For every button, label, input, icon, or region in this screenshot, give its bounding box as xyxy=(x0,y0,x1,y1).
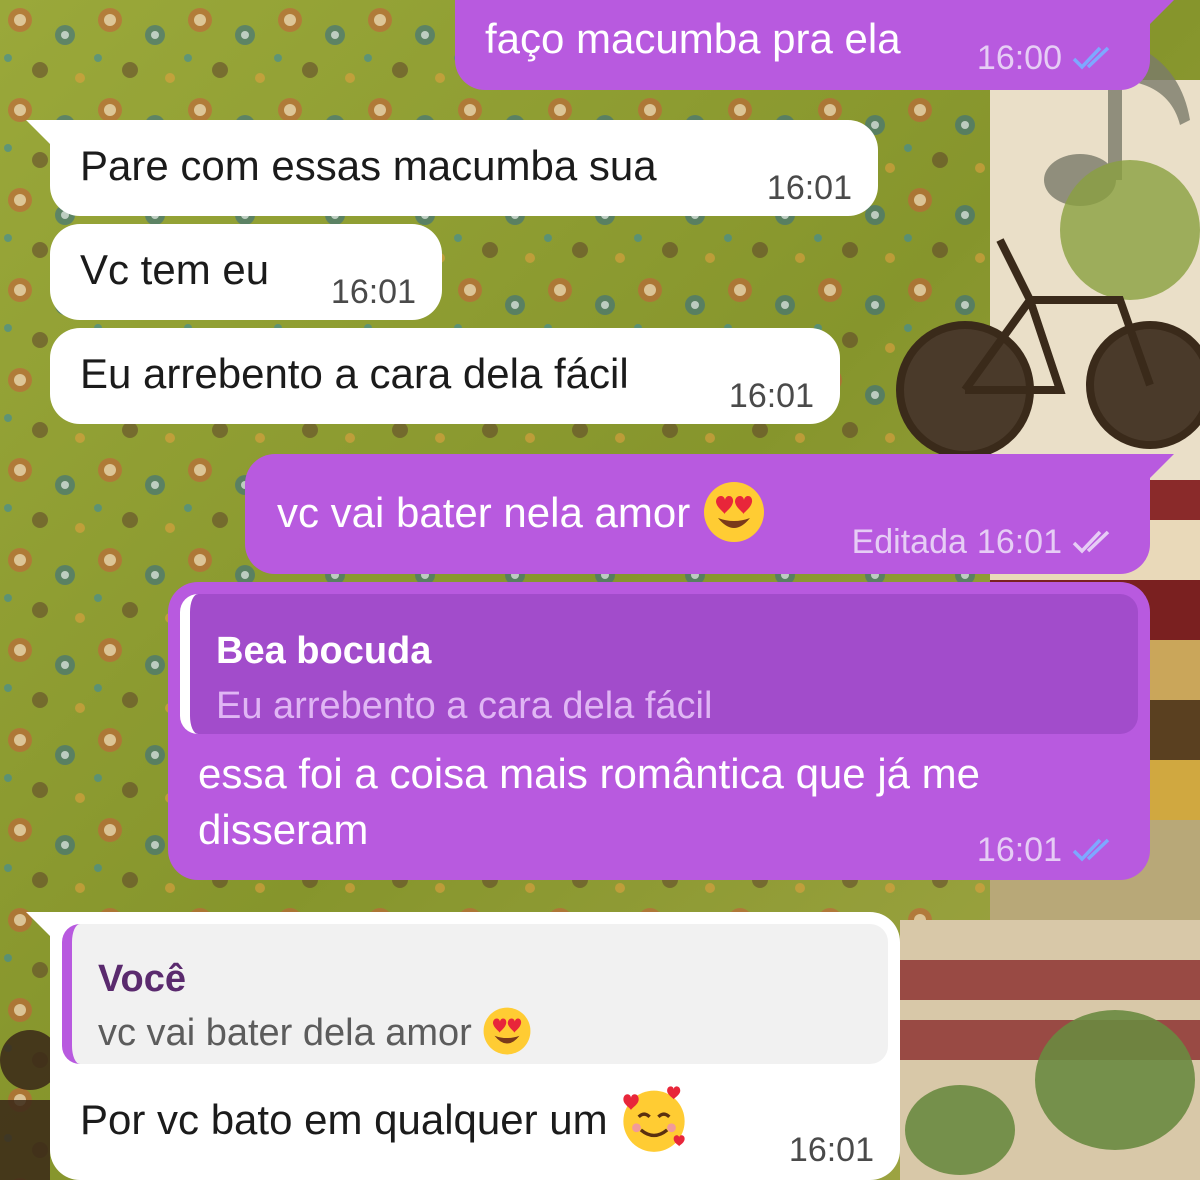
message-outgoing[interactable]: vc vai bater nela amor Editada 16:01 xyxy=(245,454,1174,574)
reply-author: Bea bocuda xyxy=(216,630,432,672)
edited-label: Editada xyxy=(851,523,967,561)
reply-text: vc vai bater dela amor xyxy=(98,1007,532,1060)
smiling-face-with-hearts-emoji xyxy=(623,1086,685,1152)
message-time: 16:00 xyxy=(976,39,1062,77)
double-check-icon xyxy=(1072,46,1110,70)
message-time: 16:01 xyxy=(330,273,416,311)
message-incoming[interactable]: Eu arrebento a cara dela fácil 16:01 xyxy=(50,328,840,424)
message-incoming[interactable]: Vc tem eu 16:01 xyxy=(50,224,442,320)
message-text: Por vc bato em qualquer um xyxy=(80,1086,689,1158)
message-text-content: vc vai bater nela amor xyxy=(277,489,691,537)
message-text: Vc tem eu xyxy=(80,246,270,293)
bubble-tail xyxy=(1144,0,1174,30)
double-check-icon xyxy=(1072,530,1110,554)
message-text: faço macumba pra ela xyxy=(485,15,901,62)
message-outgoing[interactable]: faço macumba pra ela 16:00 xyxy=(455,0,1174,90)
message-text: vc vai bater nela amor xyxy=(277,482,766,548)
bubble-tail xyxy=(26,912,56,942)
message-text: Eu arrebento a cara dela fácil xyxy=(80,350,629,397)
message-meta: 16:00 xyxy=(977,38,1122,78)
message-meta: 16:01 xyxy=(767,168,852,208)
double-check-icon xyxy=(1072,838,1110,862)
message-time: 16:01 xyxy=(976,523,1062,561)
message-meta: 16:01 xyxy=(729,376,814,416)
message-meta: 16:01 xyxy=(331,272,416,312)
message-incoming[interactable]: Pare com essas macumba sua 16:01 xyxy=(26,120,878,216)
reply-quote[interactable]: Você vc vai bater dela amor xyxy=(62,924,888,1064)
message-time: 16:01 xyxy=(766,169,852,207)
message-text-line2: disseram xyxy=(198,806,369,853)
message-time: 16:01 xyxy=(788,1131,874,1169)
message-time: 16:01 xyxy=(976,831,1062,869)
message-incoming-reply[interactable]: Você vc vai bater dela amor Por vc bato … xyxy=(26,912,900,1180)
reply-text-content: vc vai bater dela amor xyxy=(98,1012,472,1055)
message-text-content: Por vc bato em qualquer um xyxy=(80,1096,608,1144)
bubble-tail xyxy=(26,120,56,150)
message-time: 16:01 xyxy=(728,377,814,415)
bubble-tail xyxy=(1144,454,1174,484)
reply-text: Eu arrebento a cara dela fácil xyxy=(216,685,713,727)
heart-eyes-emoji xyxy=(483,1007,531,1055)
message-meta: Editada 16:01 xyxy=(852,522,1122,562)
message-text-line1: essa foi a coisa mais romântica que já m… xyxy=(198,750,981,797)
message-meta: 16:01 xyxy=(977,830,1122,870)
reply-author: Você xyxy=(98,958,187,1000)
reply-quote[interactable]: Bea bocuda Eu arrebento a cara dela fáci… xyxy=(180,594,1138,734)
message-text: Pare com essas macumba sua xyxy=(80,142,657,189)
message-outgoing-reply[interactable]: Bea bocuda Eu arrebento a cara dela fáci… xyxy=(168,582,1150,880)
heart-eyes-emoji xyxy=(703,482,764,542)
message-meta: 16:01 xyxy=(789,1130,874,1170)
